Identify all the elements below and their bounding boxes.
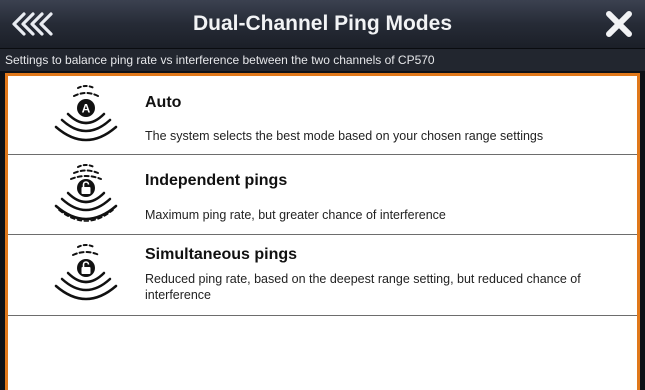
- mode-description: The system selects the best mode based o…: [145, 129, 544, 143]
- title-bar: Dual-Channel Ping Modes: [0, 0, 645, 49]
- mode-option-auto[interactable]: A Auto The system selects the best mode …: [8, 76, 637, 155]
- dialog-subtitle: Settings to balance ping rate vs interfe…: [5, 53, 435, 67]
- sonar-independent-icon: [46, 159, 126, 229]
- auto-letter: A: [82, 102, 91, 116]
- mode-option-simultaneous[interactable]: Simultaneous pings Reduced ping rate, ba…: [8, 235, 637, 316]
- close-button[interactable]: [603, 8, 635, 40]
- subtitle-bar: Settings to balance ping rate vs interfe…: [0, 49, 645, 71]
- mode-description: Maximum ping rate, but greater chance of…: [145, 208, 446, 222]
- mode-option-independent[interactable]: Independent pings Maximum ping rate, but…: [8, 155, 637, 235]
- dialog-title: Dual-Channel Ping Modes: [192, 12, 452, 35]
- sonar-auto-icon: A: [46, 80, 126, 150]
- mode-title: Simultaneous pings: [145, 246, 298, 263]
- mode-title: Auto: [145, 94, 182, 111]
- close-x-icon: [606, 11, 632, 37]
- ping-mode-list: A Auto The system selects the best mode …: [5, 73, 640, 390]
- sonar-simultaneous-icon: [46, 239, 126, 309]
- mode-description: Reduced ping rate, based on the deepest …: [145, 272, 581, 302]
- dialog-window: Dual-Channel Ping Modes Settings to bala…: [0, 0, 645, 390]
- mode-title: Independent pings: [145, 172, 288, 189]
